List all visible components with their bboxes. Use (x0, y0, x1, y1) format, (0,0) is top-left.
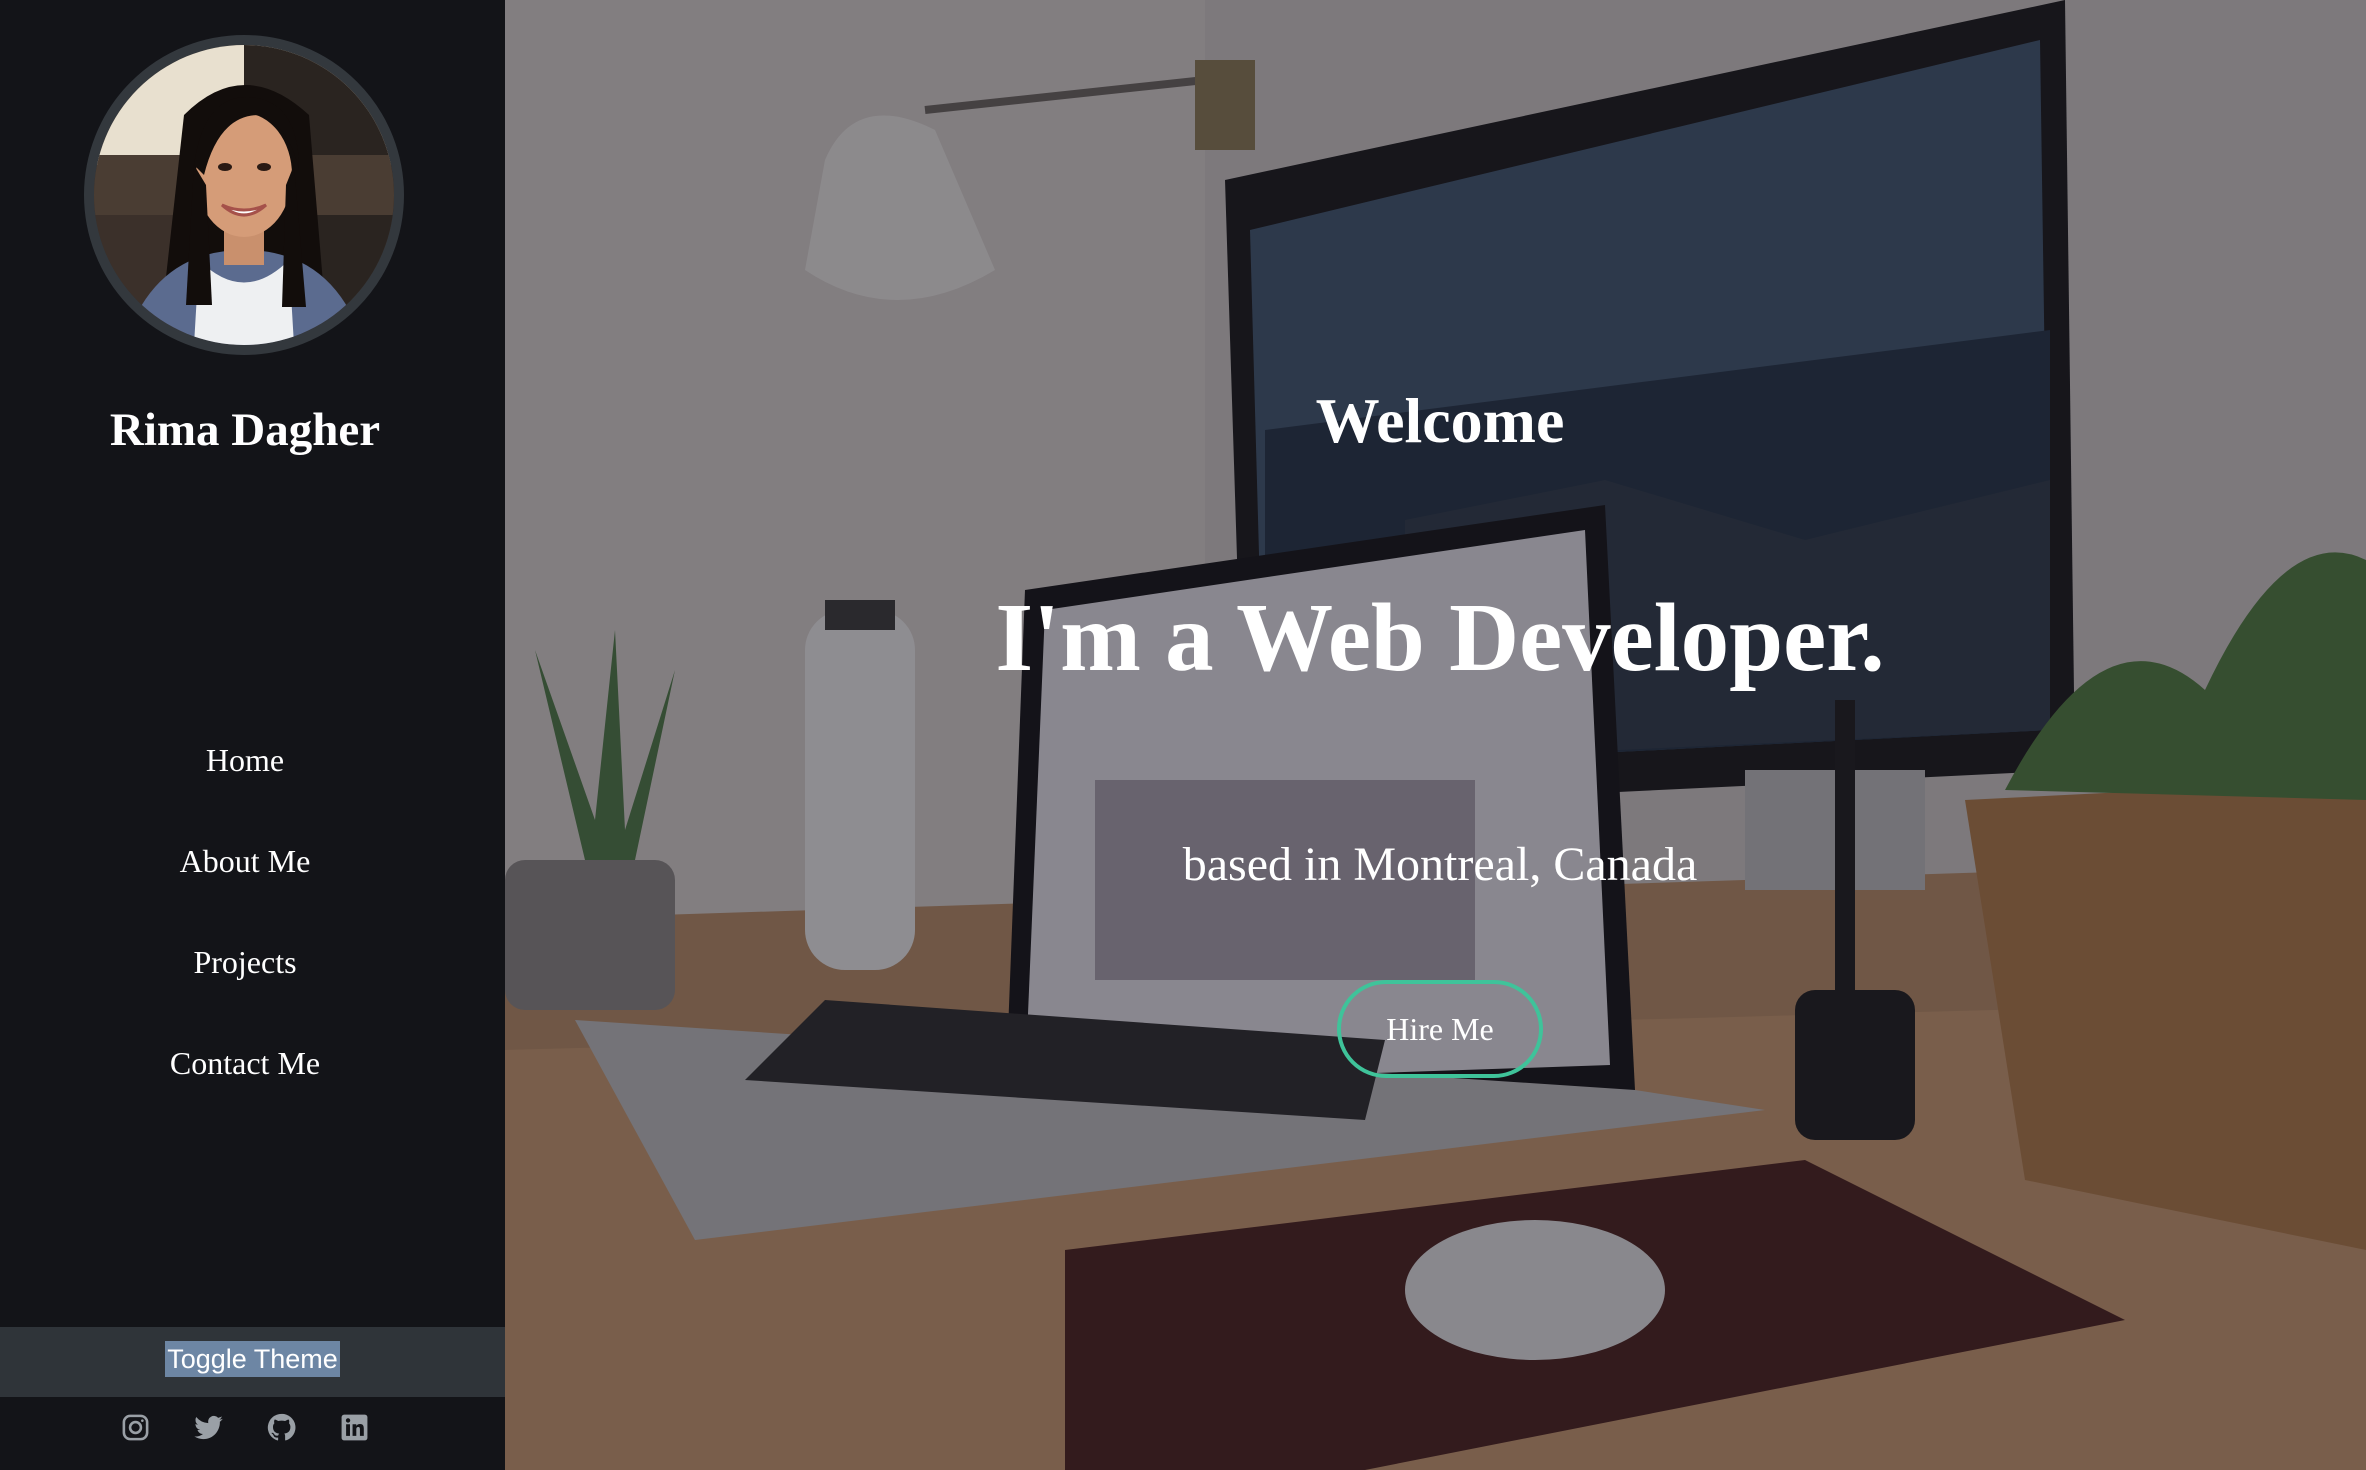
welcome-heading: Welcome (1315, 385, 1565, 456)
toggle-theme-label: Toggle Theme (165, 1341, 340, 1377)
nav-item-about-me[interactable]: About Me (0, 831, 490, 932)
portfolio-page: Rima Dagher Home About Me Projects Conta… (0, 0, 2366, 1470)
hero-section: Welcome I'm a Web Developer. based in Mo… (505, 0, 2366, 1470)
avatar (84, 35, 404, 355)
person-name: Rima Dagher (109, 404, 381, 456)
twitter-icon[interactable] (193, 1412, 224, 1443)
hero-content: Welcome I'm a Web Developer. based in Mo… (505, 0, 2366, 1470)
github-icon[interactable] (266, 1412, 297, 1443)
nav-item-home[interactable]: Home (0, 730, 490, 831)
hire-me-button[interactable]: Hire Me (1337, 980, 1543, 1078)
sidebar: Rima Dagher Home About Me Projects Conta… (0, 0, 506, 1470)
social-links (0, 1412, 490, 1452)
nav-item-projects[interactable]: Projects (0, 932, 490, 1033)
location-text: based in Montreal, Canada (1182, 838, 1698, 891)
linkedin-icon[interactable] (339, 1412, 370, 1443)
nav-item-contact-me[interactable]: Contact Me (0, 1033, 490, 1134)
toggle-theme-button[interactable]: Toggle Theme (0, 1327, 505, 1397)
hero-headline: I'm a Web Developer. (995, 584, 1885, 691)
instagram-icon[interactable] (120, 1412, 151, 1443)
main-nav: Home About Me Projects Contact Me (0, 730, 490, 1134)
